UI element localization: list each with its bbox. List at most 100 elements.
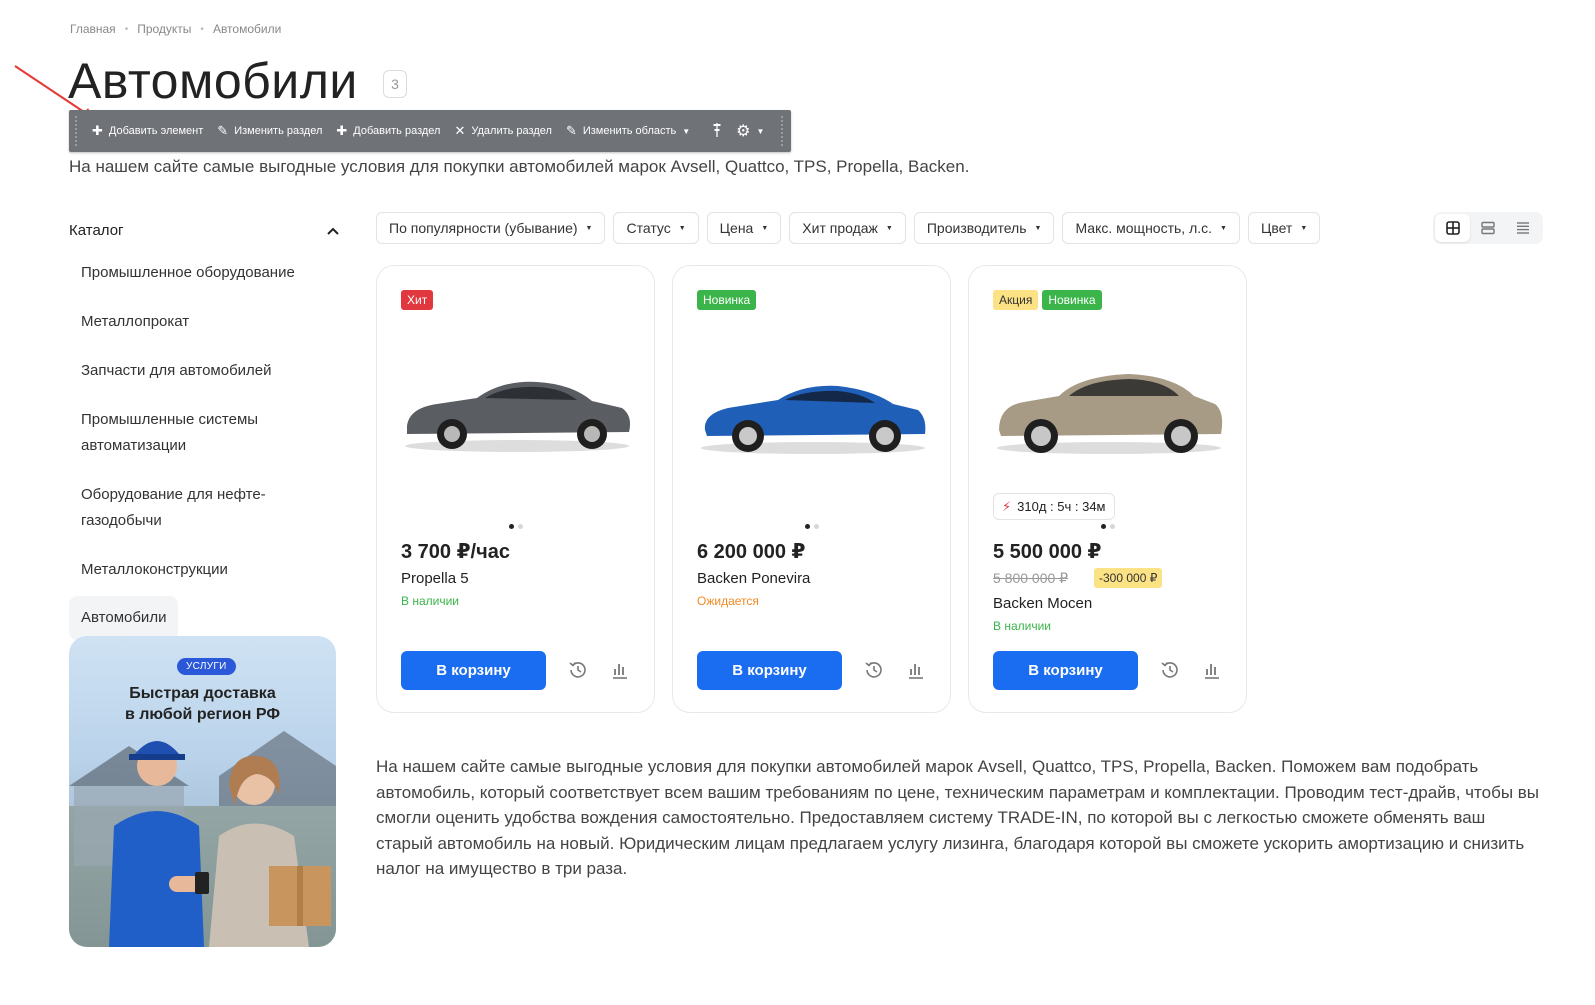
image-pager[interactable] [377,524,654,529]
section-description: На нашем сайте самые выгодные условия дл… [376,757,1540,878]
table-view-icon [1517,222,1530,234]
add-to-cart-button[interactable]: В корзину [993,651,1138,690]
filter-color[interactable]: Цвет ▼ [1247,212,1321,244]
car-image[interactable] [693,346,933,466]
breadcrumb: Главная • Продукты • Автомобили [70,22,281,36]
card-badges: Хит [401,290,434,310]
settings-button[interactable]: ⚙ ▼ [729,110,771,152]
table-view-button[interactable] [1506,214,1541,242]
sidebar-item-cars[interactable]: Автомобили [69,596,179,640]
caret-down-icon: ▼ [585,224,593,232]
edit-area-label: Изменить область [582,125,677,137]
pager-dot [517,524,523,529]
product-name[interactable]: Backen Ponevira [697,570,810,587]
car-image[interactable] [989,346,1229,466]
list-view-icon [1481,221,1495,235]
new-badge: Новинка [1042,290,1102,310]
chart-compare-icon[interactable] [609,659,631,681]
discount-badge: -300 000 ₽ [1094,568,1163,588]
product-price: 6 200 000 ₽ [697,541,806,563]
car-image[interactable] [397,346,637,466]
item-count-badge: 3 [383,70,407,98]
filter-max-power[interactable]: Макс. мощность, л.с. ▼ [1062,212,1240,244]
chart-compare-icon[interactable] [1201,659,1223,681]
toolbar-drag-handle[interactable] [781,116,784,146]
card-badges: Акция Новинка [993,290,1102,310]
add-element-button[interactable]: ✚ Добавить элемент [85,110,210,152]
sort-dropdown[interactable]: По популярности (убывание) ▼ [376,212,606,244]
breadcrumb-home[interactable]: Главная [70,22,116,36]
caret-down-icon: ▼ [1300,224,1308,232]
sidebar-item-auto-parts[interactable]: Запчасти для автомобилей [69,354,339,388]
grid-view-icon [1445,221,1460,235]
caret-down-icon: ▼ [761,224,769,232]
hit-badge: Хит [401,290,434,310]
edit-section-label: Изменить раздел [234,125,323,137]
product-card[interactable]: Хит 3 700 ₽/час Propella 5 В наличии В к… [376,265,655,713]
edit-section-button[interactable]: ✎ Изменить раздел [210,110,329,152]
sort-label: По популярности (убывание) [389,220,578,236]
grid-view-button[interactable] [1435,214,1471,242]
toolbar-drag-handle[interactable] [75,116,77,146]
plus-icon: ✚ [92,123,103,138]
filter-status[interactable]: Статус ▼ [613,212,699,244]
filter-manufacturer[interactable]: Производитель ▼ [913,212,1055,244]
gear-icon: ⚙ [736,123,751,140]
breadcrumb-separator: • [124,23,129,35]
sidebar-item-metal-structures[interactable]: Металлоконструкции [69,553,339,587]
compare-history-icon[interactable] [863,659,885,681]
admin-edit-toolbar: ✚ Добавить элемент ✎ Изменить раздел ✚ Д… [69,110,791,152]
caret-down-icon: ▼ [678,224,686,232]
sidebar-item-automation-systems[interactable]: Промышленные системы автоматизации [69,403,299,463]
add-to-cart-button[interactable]: В корзину [697,651,842,690]
filter-label: Хит продаж [802,220,878,236]
chevron-down-icon: ▼ [756,126,765,136]
old-price: 5 800 000 ₽ [993,570,1069,586]
chart-compare-icon[interactable] [905,659,927,681]
product-name[interactable]: Backen Mocen [993,595,1092,612]
product-card[interactable]: Новинка 6 200 000 ₽ Backen Ponevira Ожид… [672,265,951,713]
add-section-button[interactable]: ✚ Добавить раздел [329,110,447,152]
pin-icon [712,122,722,140]
caret-down-icon: ▼ [1034,224,1042,232]
catalog-heading: Каталог [69,222,124,239]
catalog-toggle[interactable]: Каталог [69,222,339,239]
caret-down-icon: ▼ [1220,224,1227,232]
product-name[interactable]: Propella 5 [401,570,469,587]
image-pager[interactable] [673,524,950,529]
pin-button[interactable] [705,110,729,152]
filter-price[interactable]: Цена ▼ [706,212,782,244]
sidebar-item-metal-rolling[interactable]: Металлопрокат [69,305,339,339]
edit-area-button[interactable]: ✎ Изменить область ▼ [559,110,697,152]
compare-history-icon[interactable] [567,659,589,681]
pencil-icon: ✎ [565,123,577,138]
product-card[interactable]: Акция Новинка ⚡ 310д : 5ч : 34м 5 500 00… [968,265,1247,713]
filter-bestseller[interactable]: Хит продаж ▼ [789,212,906,244]
filter-label: Цена [719,220,754,236]
sidebar-item-oil-gas-equipment[interactable]: Оборудование для нефте-газодобычи [69,478,299,538]
view-mode-toggle [1433,212,1543,244]
compare-history-icon[interactable] [1159,659,1181,681]
filter-label: Макс. мощность, л.с. [1075,220,1213,236]
breadcrumb-current: Автомобили [212,22,282,36]
sidebar-item-industrial-equipment[interactable]: Промышленное оборудование [69,256,339,290]
close-icon: ✕ [454,123,466,138]
pager-dot-active [508,524,514,529]
lightning-icon: ⚡ [1002,498,1012,514]
sale-countdown-timer: ⚡ 310д : 5ч : 34м [993,493,1115,520]
promo-banner[interactable]: УСЛУГИ Быстрая доставка в любой регион Р… [69,636,336,947]
stock-status: В наличии [993,619,1052,633]
countdown-value: 310д : 5ч : 34м [1017,499,1106,514]
image-pager[interactable] [969,524,1246,529]
pencil-icon: ✎ [217,123,229,138]
filter-label: Статус [626,220,671,236]
delete-section-button[interactable]: ✕ Удалить раздел [447,110,558,152]
breadcrumb-products[interactable]: Продукты [137,22,191,36]
product-price: 5 500 000 ₽ [993,541,1102,563]
chevron-down-icon: ▼ [682,126,691,136]
list-view-button[interactable] [1470,214,1505,242]
add-to-cart-button[interactable]: В корзину [401,651,546,690]
breadcrumb-separator: • [200,23,204,35]
delete-section-label: Удалить раздел [471,125,552,137]
sale-badge: Акция [993,290,1039,310]
